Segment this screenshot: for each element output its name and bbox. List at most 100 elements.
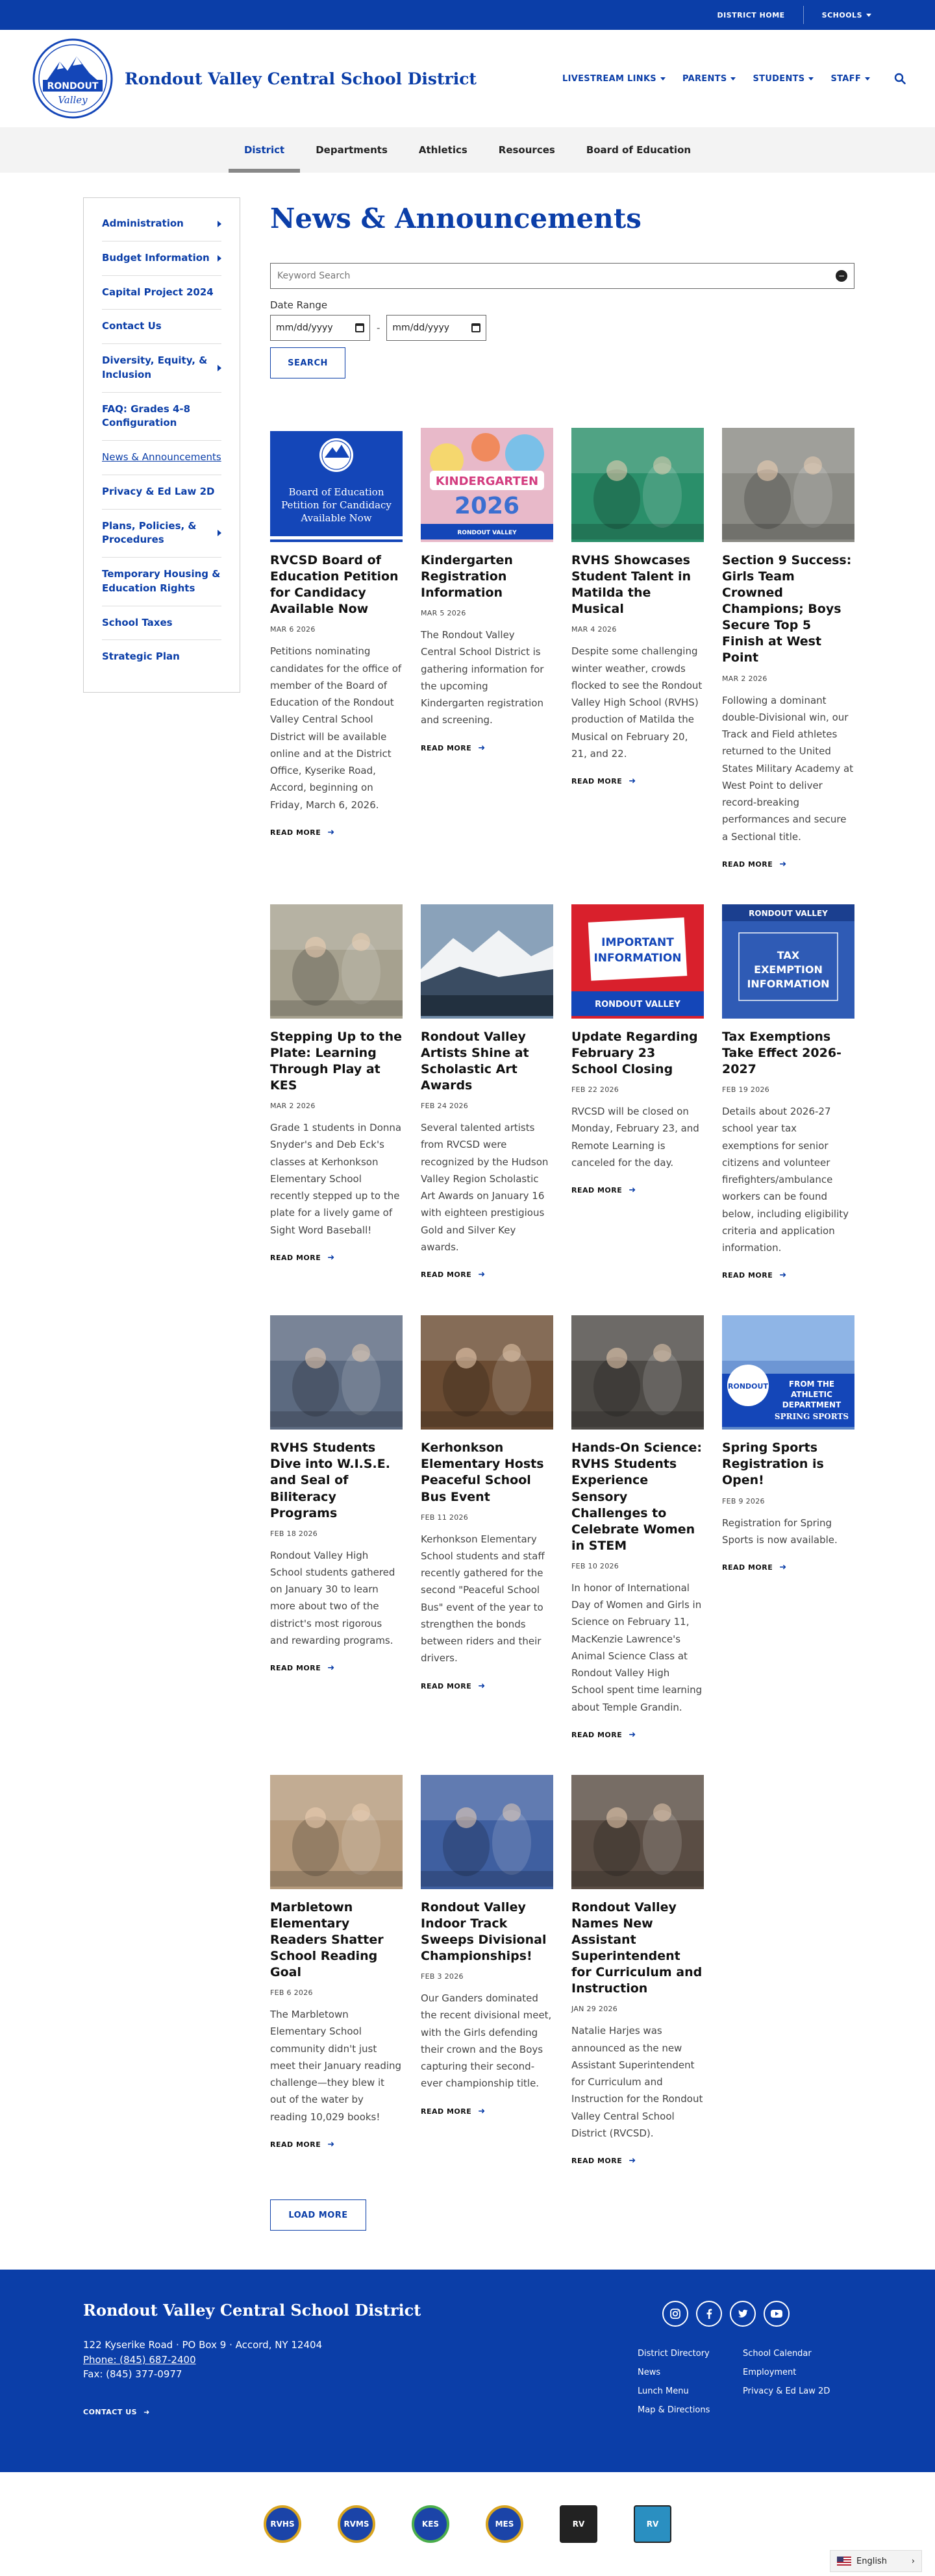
calendar-icon[interactable] bbox=[355, 323, 364, 332]
article-title-link[interactable]: Kerhonkson Elementary Hosts Peaceful Sch… bbox=[421, 1440, 553, 1505]
search-icon[interactable] bbox=[893, 72, 906, 85]
read-more-link[interactable]: READ MORE ➜ bbox=[270, 1253, 403, 1263]
chevron-right-icon[interactable] bbox=[218, 364, 221, 371]
article-image[interactable]: Board of EducationPetition for Candidacy… bbox=[270, 428, 403, 542]
article-image[interactable] bbox=[571, 1315, 704, 1430]
facebook-icon[interactable] bbox=[696, 2301, 722, 2327]
school-logo-rvms-1[interactable]: RVMS bbox=[338, 2505, 375, 2544]
read-more-link[interactable]: READ MORE ➜ bbox=[421, 1681, 553, 1691]
read-more-link[interactable]: READ MORE ➜ bbox=[270, 1663, 403, 1673]
article-title-link[interactable]: Section 9 Success: Girls Team Crowned Ch… bbox=[722, 552, 854, 667]
article-title-link[interactable]: Hands-On Science: RVHS Students Experien… bbox=[571, 1440, 704, 1554]
read-more-link[interactable]: READ MORE ➜ bbox=[421, 2107, 553, 2116]
footer-link-district-directory[interactable]: District Directory bbox=[638, 2349, 743, 2359]
article-image[interactable]: RONDOUT VALLEYTAXEXEMPTIONINFORMATION bbox=[722, 904, 854, 1019]
footer-phone-link[interactable]: Phone: (845) 687-2400 bbox=[83, 2354, 196, 2366]
article-title-link[interactable]: Stepping Up to the Plate: Learning Throu… bbox=[270, 1029, 403, 1094]
start-date-input[interactable]: mm/dd/yyyy bbox=[270, 315, 370, 341]
school-logo-rv-4[interactable]: RV bbox=[560, 2505, 597, 2544]
calendar-icon[interactable] bbox=[471, 323, 481, 332]
article-title-link[interactable]: Spring Sports Registration is Open! bbox=[722, 1440, 854, 1489]
school-logo-kes-2[interactable]: KES bbox=[412, 2505, 449, 2544]
read-more-link[interactable]: READ MORE ➜ bbox=[571, 1730, 704, 1740]
article-image[interactable]: KINDERGARTEN2026RONDOUT VALLEY bbox=[421, 428, 553, 542]
schools-dropdown[interactable]: SCHOOLS bbox=[804, 11, 890, 19]
article-image[interactable] bbox=[270, 1774, 403, 1889]
read-more-link[interactable]: READ MORE ➜ bbox=[571, 2156, 704, 2166]
sidebar-item-budget-information[interactable]: Budget Information bbox=[102, 242, 221, 276]
load-more-button[interactable]: LOAD MORE bbox=[270, 2199, 366, 2231]
sidebar-item-strategic-plan[interactable]: Strategic Plan bbox=[102, 640, 221, 674]
tab-board-of-education[interactable]: Board of Education bbox=[571, 127, 706, 173]
nav-students[interactable]: STUDENTS bbox=[753, 74, 814, 84]
article-image[interactable] bbox=[270, 904, 403, 1019]
clear-icon[interactable]: − bbox=[836, 270, 847, 282]
article-title-link[interactable]: Kindergarten Registration Information bbox=[421, 552, 553, 601]
article-image[interactable]: RONDOUTFROM THEATHLETICDEPARTMENTSPRING … bbox=[722, 1315, 854, 1430]
chevron-right-icon[interactable] bbox=[218, 530, 221, 537]
sidebar-item-contact-us[interactable]: Contact Us bbox=[102, 310, 221, 344]
read-more-link[interactable]: READ MORE ➜ bbox=[571, 1185, 704, 1195]
youtube-icon[interactable] bbox=[764, 2301, 790, 2327]
search-button[interactable]: SEARCH bbox=[270, 347, 345, 378]
article-title-link[interactable]: RVHS Students Dive into W.I.S.E. and Sea… bbox=[270, 1440, 403, 1521]
footer-link-employment[interactable]: Employment bbox=[743, 2368, 847, 2377]
read-more-link[interactable]: READ MORE ➜ bbox=[722, 860, 854, 869]
article-title-link[interactable]: Update Regarding February 23 School Clos… bbox=[571, 1029, 704, 1078]
school-logo-rv-5[interactable]: RV bbox=[634, 2505, 671, 2544]
chevron-right-icon[interactable] bbox=[218, 254, 221, 262]
school-logo-rvhs-0[interactable]: RVHS bbox=[264, 2505, 301, 2544]
article-title-link[interactable]: RVHS Showcases Student Talent in Matilda… bbox=[571, 552, 704, 617]
read-more-link[interactable]: READ MORE ➜ bbox=[421, 743, 553, 753]
sidebar-item-school-taxes[interactable]: School Taxes bbox=[102, 606, 221, 641]
article-title-link[interactable]: Marbletown Elementary Readers Shatter Sc… bbox=[270, 1900, 403, 1981]
tab-resources[interactable]: Resources bbox=[483, 127, 571, 173]
article-image[interactable] bbox=[571, 428, 704, 542]
footer-contact-link[interactable]: CONTACT US ➜ bbox=[83, 2408, 473, 2416]
sidebar-item-plans-policies-procedures[interactable]: Plans, Policies, & Procedures bbox=[102, 510, 221, 558]
footer-link-lunch-menu[interactable]: Lunch Menu bbox=[638, 2386, 743, 2396]
tab-departments[interactable]: Departments bbox=[300, 127, 403, 173]
sidebar-item-news-announcements[interactable]: News & Announcements bbox=[102, 441, 221, 475]
sidebar-item-diversity-equity-inclusion[interactable]: Diversity, Equity, & Inclusion bbox=[102, 344, 221, 393]
keyword-search-input[interactable] bbox=[277, 271, 836, 281]
end-date-input[interactable]: mm/dd/yyyy bbox=[386, 315, 487, 341]
article-image[interactable] bbox=[270, 1315, 403, 1430]
read-more-link[interactable]: READ MORE ➜ bbox=[722, 1563, 854, 1572]
nav-parents[interactable]: PARENTS bbox=[682, 74, 736, 84]
tab-district[interactable]: District bbox=[228, 127, 301, 173]
article-image[interactable] bbox=[421, 1315, 553, 1430]
school-logo-mes-3[interactable]: MES bbox=[486, 2505, 523, 2544]
footer-link-privacy-ed-law-2d[interactable]: Privacy & Ed Law 2D bbox=[743, 2386, 847, 2396]
article-title-link[interactable]: Rondout Valley Indoor Track Sweeps Divis… bbox=[421, 1900, 553, 1964]
footer-link-map-directions[interactable]: Map & Directions bbox=[638, 2405, 743, 2415]
footer-link-school-calendar[interactable]: School Calendar bbox=[743, 2349, 847, 2359]
language-selector[interactable]: English › bbox=[830, 2550, 922, 2573]
nav-staff[interactable]: STAFF bbox=[830, 74, 870, 84]
read-more-link[interactable]: READ MORE ➜ bbox=[722, 1270, 854, 1280]
footer-link-news[interactable]: News bbox=[638, 2368, 743, 2377]
tab-athletics[interactable]: Athletics bbox=[403, 127, 483, 173]
district-logo[interactable]: RONDOUT Valley bbox=[29, 37, 117, 120]
sidebar-item-privacy-ed-law-2d[interactable]: Privacy & Ed Law 2D bbox=[102, 475, 221, 510]
sidebar-item-capital-project-2024[interactable]: Capital Project 2024 bbox=[102, 276, 221, 310]
article-image[interactable] bbox=[722, 428, 854, 542]
article-image[interactable] bbox=[421, 904, 553, 1019]
read-more-link[interactable]: READ MORE ➜ bbox=[571, 776, 704, 786]
article-title-link[interactable]: Tax Exemptions Take Effect 2026-2027 bbox=[722, 1029, 854, 1078]
sidebar-item-temporary-housing-education-rights[interactable]: Temporary Housing & Education Rights bbox=[102, 558, 221, 606]
twitter-icon[interactable] bbox=[730, 2301, 756, 2327]
sidebar-item-administration[interactable]: Administration bbox=[102, 207, 221, 242]
nav-livestream-links[interactable]: LIVESTREAM LINKS bbox=[562, 74, 666, 84]
article-title-link[interactable]: Rondout Valley Artists Shine at Scholast… bbox=[421, 1029, 553, 1094]
read-more-link[interactable]: READ MORE ➜ bbox=[270, 2140, 403, 2149]
read-more-link[interactable]: READ MORE ➜ bbox=[421, 1270, 553, 1280]
site-title[interactable]: Rondout Valley Central School District bbox=[125, 69, 477, 88]
article-title-link[interactable]: Rondout Valley Names New Assistant Super… bbox=[571, 1900, 704, 1997]
article-image[interactable] bbox=[421, 1774, 553, 1889]
instagram-icon[interactable] bbox=[662, 2301, 688, 2327]
article-image[interactable]: IMPORTANTINFORMATIONRONDOUT VALLEY bbox=[571, 904, 704, 1019]
chevron-right-icon[interactable] bbox=[218, 220, 221, 227]
article-title-link[interactable]: RVCSD Board of Education Petition for Ca… bbox=[270, 552, 403, 617]
district-home-link[interactable]: DISTRICT HOME bbox=[699, 11, 803, 19]
